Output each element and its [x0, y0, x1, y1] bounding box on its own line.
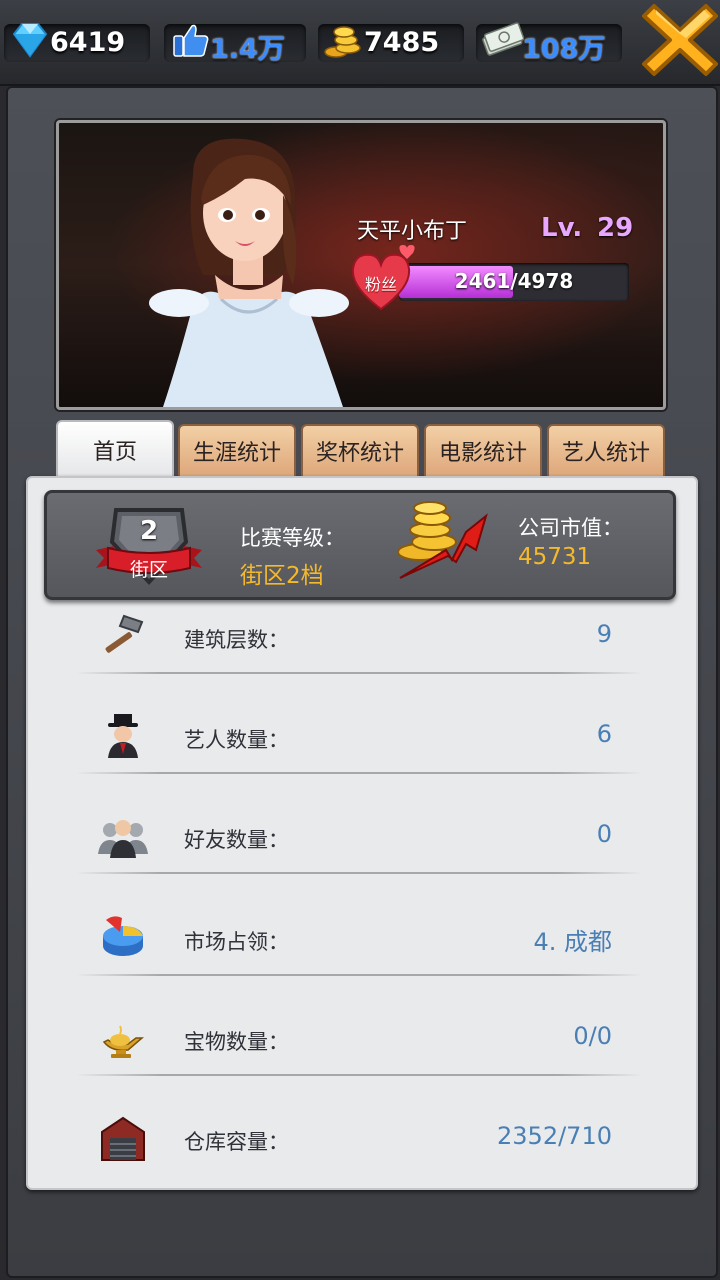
- stat-label: 仓库容量：: [184, 1130, 289, 1154]
- stat-row-market-share: 市场占领： 4. 成都: [76, 912, 642, 1012]
- diamond-value: 6419: [50, 27, 126, 58]
- stat-label: 艺人数量：: [184, 728, 289, 752]
- friends-icon: [98, 820, 148, 858]
- stat-row-treasures: 宝物数量： 0/0: [76, 1012, 642, 1112]
- hammer-icon: [105, 614, 144, 653]
- diamond-icon: [12, 23, 48, 58]
- stat-value: 4. 成都: [533, 928, 612, 956]
- stat-row-artists: 艺人数量： 6: [76, 710, 642, 810]
- warehouse-icon: [101, 1116, 145, 1161]
- agent-icon: [108, 714, 138, 758]
- stat-row-building-floors: 建筑层数： 9: [76, 610, 642, 710]
- stat-label: 宝物数量：: [184, 1030, 289, 1054]
- level-label: Lv.: [541, 213, 583, 243]
- player-name: 天平小布丁: [357, 219, 468, 244]
- row-divider: [76, 974, 642, 976]
- stat-row-friends: 好友数量： 0: [76, 810, 642, 910]
- row-divider: [76, 1074, 642, 1076]
- stat-value: 9: [596, 620, 612, 648]
- cash-value: 108万: [522, 34, 606, 65]
- market-value: 45731: [518, 544, 592, 570]
- row-divider: [76, 772, 642, 774]
- stat-label: 好友数量：: [184, 828, 289, 852]
- rank-value: 街区2档: [240, 563, 324, 589]
- tab-movie-stats[interactable]: 电影统计: [424, 424, 542, 478]
- tab-artist-stats[interactable]: 艺人统计: [547, 424, 665, 478]
- stat-value: 0/0: [573, 1022, 612, 1050]
- district-badge-number: 2: [139, 516, 159, 546]
- coins-arrow-icon: [397, 501, 488, 579]
- fans-label: 粉丝: [364, 275, 397, 294]
- stat-value: 2352/710: [497, 1122, 612, 1150]
- cash-counter[interactable]: 108万: [476, 22, 622, 65]
- cash-icon: [482, 22, 524, 56]
- pie-chart-icon: [103, 916, 143, 956]
- tab-home[interactable]: 首页: [56, 420, 174, 478]
- stat-value: 0: [596, 820, 612, 848]
- diamond-counter[interactable]: 6419: [4, 23, 150, 62]
- magic-lamp-icon: [102, 1025, 145, 1058]
- district-badge-label: 街区: [129, 559, 168, 581]
- fans-progress-bar: 2461/4978: [399, 263, 629, 301]
- likes-counter[interactable]: 1.4万: [164, 24, 306, 65]
- market-value-title: 公司市值：: [518, 516, 623, 540]
- likes-value: 1.4万: [210, 34, 285, 65]
- gold-coins-icon: [324, 26, 361, 58]
- gold-counter[interactable]: 7485: [318, 24, 464, 62]
- tab-career-stats[interactable]: 生涯统计: [178, 424, 296, 478]
- gold-value: 7485: [364, 27, 440, 58]
- stat-value: 6: [596, 720, 612, 748]
- stat-label: 市场占领：: [184, 930, 289, 954]
- currency-bar: 6419 1.4万 7485 108万: [0, 0, 720, 86]
- thumbs-up-icon: [173, 24, 209, 57]
- level-value: 29: [597, 213, 634, 243]
- stat-label: 建筑层数：: [184, 628, 289, 652]
- tab-trophy-stats[interactable]: 奖杯统计: [301, 424, 419, 478]
- fans-progress-text: 2461/4978: [454, 269, 574, 293]
- profile-banner: 天平小布丁 Lv. 29 2461/4978 粉丝: [56, 120, 666, 410]
- character-portrait: [149, 138, 349, 407]
- rank-title: 比赛等级：: [240, 526, 345, 550]
- stat-row-warehouse: 仓库容量： 2352/710: [76, 1112, 642, 1212]
- row-divider: [76, 872, 642, 874]
- close-icon[interactable]: [640, 0, 720, 80]
- row-divider: [76, 672, 642, 674]
